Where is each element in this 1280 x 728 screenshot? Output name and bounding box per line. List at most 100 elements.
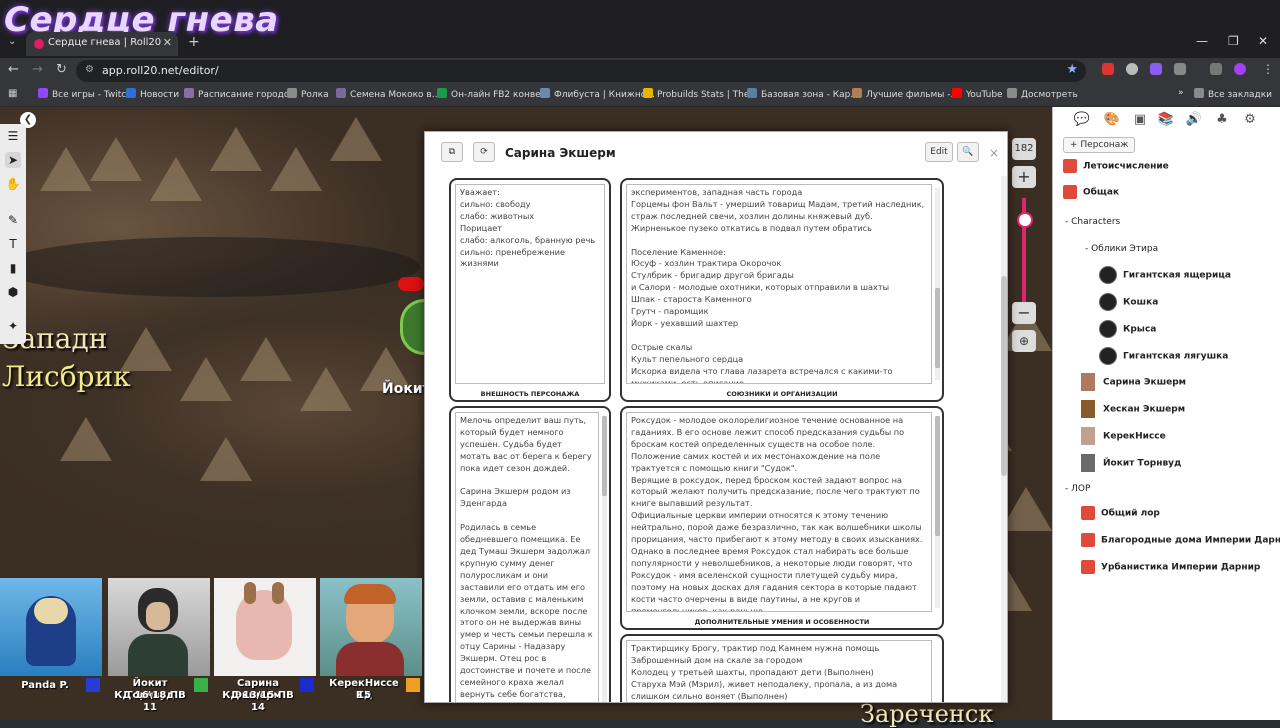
bookmark-item[interactable]: Флибуста | Книжно... [540, 88, 655, 100]
restore-icon[interactable]: ❐ [1228, 34, 1239, 48]
apps-grid-icon[interactable]: ▦ [8, 88, 17, 99]
bookmark-item[interactable]: Все игры - Twitch [38, 88, 132, 100]
player-card[interactable]: Сарина Экшерм КД 13/15 ПВ 14 [214, 578, 316, 720]
compendium-icon[interactable]: 📚 [1157, 112, 1175, 130]
recenter-icon[interactable]: ⊕ [1012, 330, 1036, 352]
add-character-button[interactable]: + Персонаж [1063, 137, 1136, 153]
player-card[interactable]: Йокит Торнвуд КД 16\18 ПВ 11 [108, 578, 210, 720]
popout-icon[interactable]: ⧉ [441, 142, 463, 162]
character-item[interactable]: Сарина Экшерм [1081, 373, 1186, 393]
handout-item[interactable]: Благородные дома Империи Дарнир [1081, 533, 1280, 553]
folder-forms[interactable]: - Облики Этира [1085, 244, 1158, 254]
settings-gear-icon[interactable]: ⚙ [1241, 112, 1259, 130]
folder-characters[interactable]: - Characters [1065, 217, 1120, 227]
zoom-out-button[interactable]: − [1012, 302, 1036, 324]
address-bar[interactable]: ⚙ app.roll20.net/editor/ ★ [76, 60, 1086, 82]
dice-icon[interactable]: ⬢ [5, 284, 21, 300]
character-item[interactable]: Гигантская ящерица [1099, 266, 1231, 286]
site-info-icon[interactable]: ⚙ [85, 64, 94, 75]
features-textarea[interactable]: Роксудок - молодое околорелигиозное тече… [626, 412, 932, 612]
layer-icon[interactable]: ▮ [5, 260, 21, 276]
search-icon[interactable]: 🔍 [957, 142, 979, 162]
tab-close-icon[interactable]: ✕ [163, 36, 172, 49]
draw-brush-icon[interactable]: ✎ [5, 212, 21, 228]
tab-search-icon[interactable]: ⌄ [8, 36, 16, 47]
zoom-in-button[interactable]: + [1012, 166, 1036, 188]
media-icon[interactable] [1210, 63, 1222, 75]
dialog-scrollbar[interactable] [1001, 176, 1007, 702]
backstory-textarea[interactable]: Мелочь определит ваш путь, который будет… [455, 412, 599, 702]
player-card[interactable]: КерекНиссе Кд 15 [320, 578, 422, 720]
allies-textarea[interactable]: экспериментов, западная часть города Гор… [626, 184, 932, 384]
window-close-icon[interactable]: ✕ [1258, 34, 1268, 48]
player-card[interactable]: Panda P. [0, 578, 102, 720]
browser-menu-icon[interactable]: ⋮ [1262, 62, 1274, 76]
pan-hand-icon[interactable]: ✋ [5, 176, 21, 192]
features-scrollbar[interactable] [935, 416, 940, 608]
handout-item[interactable]: Общий лор [1081, 506, 1160, 526]
refresh-icon[interactable]: ⟳ [473, 142, 495, 162]
allies-scrollbar[interactable] [935, 188, 940, 380]
profile-avatar-icon[interactable] [1234, 63, 1246, 75]
all-bookmarks[interactable]: Все закладки [1194, 88, 1272, 100]
bookmark-item[interactable]: YouTube [952, 88, 1003, 100]
character-item[interactable]: КерекНиссе [1081, 427, 1166, 447]
character-item[interactable]: Кошка [1099, 293, 1158, 313]
jukebox-icon[interactable]: 🔊 [1185, 112, 1203, 130]
appearance-textarea[interactable]: Уважает: сильно: свободу слабо: животных… [455, 184, 605, 384]
journal-icon[interactable]: ▣ [1131, 112, 1149, 130]
bookmark-item[interactable]: Probuilds Stats | The... [643, 88, 758, 100]
bookmark-item[interactable]: Базовая зона - Кар... [747, 88, 859, 100]
minimize-icon[interactable]: — [1196, 34, 1208, 48]
sheet-content: Уважает: сильно: свободу слабо: животных… [425, 176, 1001, 702]
bookmark-item[interactable]: Лучшие фильмы -... [852, 88, 959, 100]
new-tab-icon[interactable]: + [188, 34, 200, 50]
handout-item[interactable]: Общак [1063, 185, 1119, 205]
features-caption: ДОПОЛНИТЕЛЬНЫЕ УМЕНИЯ И ОСОБЕННОСТИ [694, 618, 870, 626]
character-item[interactable]: Гигантская лягушка [1099, 347, 1228, 367]
select-pointer-icon[interactable]: ➤ [5, 152, 21, 168]
bookmarks-more[interactable]: » [1178, 88, 1184, 98]
quests-textarea[interactable]: Трактирщику Брогу, трактир под Камнем ну… [626, 640, 932, 702]
character-item[interactable]: Хескан Экшерм [1081, 400, 1185, 420]
player-avatar [320, 578, 422, 676]
character-item-label: Крыса [1123, 324, 1157, 335]
handout-item[interactable]: Урбанистика Империи Дарнир [1081, 560, 1260, 580]
text-tool-icon[interactable]: T [5, 236, 21, 252]
player-stats: КД 16\18 ПВ 11 [114, 690, 186, 713]
character-item[interactable]: Йокит Торнвуд [1081, 454, 1181, 474]
bookmark-item[interactable]: Расписание городс... [184, 88, 297, 100]
extensions-puzzle-icon[interactable] [1174, 63, 1186, 75]
bookmark-label: Лучшие фильмы -... [866, 90, 960, 100]
player-color-swatch [194, 678, 208, 692]
handout-item[interactable]: Летоисчисление [1063, 159, 1169, 179]
bookmark-item[interactable]: Ролка [287, 88, 329, 100]
reload-icon[interactable]: ↻ [56, 62, 67, 77]
backstory-scrollbar[interactable] [602, 416, 607, 702]
handout-icon [1063, 159, 1077, 173]
bookmark-item[interactable]: Новости [126, 88, 179, 100]
folder-lore[interactable]: - ЛОР [1065, 484, 1090, 494]
player-stats: 15 [357, 690, 371, 701]
extension-icon[interactable] [1102, 63, 1114, 75]
fx-wand-icon[interactable]: ✦ [5, 318, 21, 334]
bookmark-item[interactable]: Досмотреть [1007, 88, 1078, 100]
bookmark-item[interactable]: Семена Мококо в... [336, 88, 440, 100]
handout-item-label: Урбанистика Империи Дарнир [1101, 562, 1261, 573]
forward-icon[interactable]: → [32, 62, 43, 77]
bookmark-star-icon[interactable]: ★ [1066, 62, 1078, 77]
art-library-icon[interactable]: 🎨 [1103, 112, 1121, 130]
dialog-close-icon[interactable]: × [989, 146, 999, 160]
extension-icon[interactable] [1126, 63, 1138, 75]
collections-icon[interactable]: ♣ [1213, 112, 1231, 130]
zoom-slider-handle[interactable] [1017, 212, 1033, 228]
menu-icon[interactable]: ☰ [5, 128, 21, 144]
chat-icon[interactable]: 💬 [1073, 112, 1091, 130]
back-icon[interactable]: ← [8, 62, 19, 77]
character-item[interactable]: Крыса [1099, 320, 1156, 340]
browser-tab-roll20[interactable]: Сердце гнева | Roll20 ✕ [26, 32, 178, 56]
bookmark-item[interactable]: Он-лайн FB2 конве... [437, 88, 549, 100]
edit-button[interactable]: Edit [925, 142, 953, 162]
extension-icon[interactable] [1150, 63, 1162, 75]
handout-item-label: Благородные дома Империи Дарнир [1101, 535, 1280, 546]
